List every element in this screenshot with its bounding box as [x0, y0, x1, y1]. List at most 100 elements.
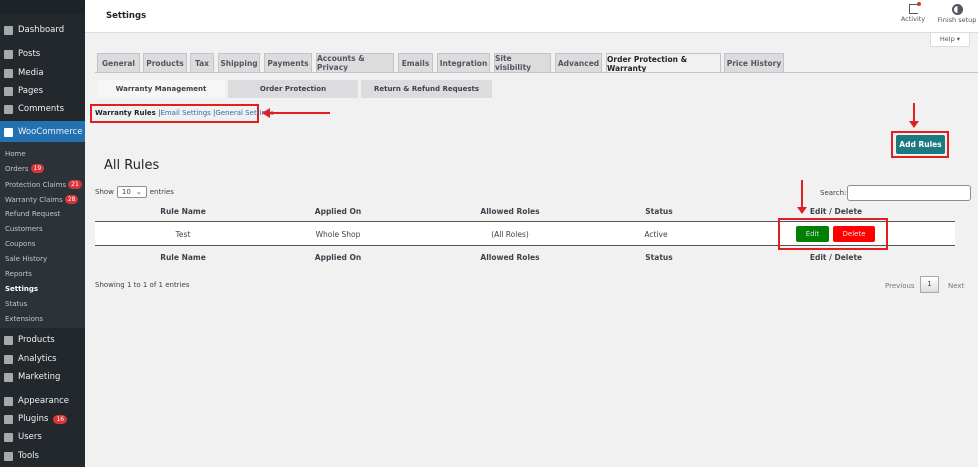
submenu-orders[interactable]: Orders 19 — [5, 164, 45, 173]
media-icon — [4, 68, 13, 78]
menu-appearance[interactable]: Appearance — [4, 396, 69, 406]
previous-button[interactable]: Previous — [885, 282, 915, 290]
analytics-icon — [4, 354, 13, 364]
comment-icon — [4, 104, 13, 114]
count-badge: 21 — [68, 180, 82, 189]
submenu-protection-claims[interactable]: Protection Claims 21 — [5, 180, 82, 189]
subtab-1[interactable]: Order Protection — [228, 80, 358, 98]
menu-media[interactable]: Media — [4, 68, 44, 78]
submenu-reports[interactable]: Reports — [5, 270, 32, 278]
submenu-settings[interactable]: Settings — [5, 285, 38, 293]
link-warranty-rules[interactable]: Warranty Rules — [95, 109, 156, 117]
delete-button[interactable]: Delete — [833, 226, 875, 242]
next-button[interactable]: Next — [948, 282, 964, 290]
submenu-customers[interactable]: Customers — [5, 225, 43, 233]
tab-advanced[interactable]: Advanced — [555, 53, 602, 72]
arrowhead — [797, 207, 807, 214]
brush-icon — [4, 396, 13, 406]
column-header: Edit / Delete — [809, 253, 863, 262]
column-header: Applied On — [314, 253, 362, 262]
submenu-sale-history[interactable]: Sale History — [5, 255, 47, 263]
megaphone-icon — [4, 372, 13, 382]
cell-applied-on: Whole Shop — [315, 230, 361, 239]
progress-circle-icon — [951, 4, 963, 15]
plugin-icon — [4, 414, 13, 424]
menu-products[interactable]: Products — [4, 335, 55, 345]
search-input[interactable] — [847, 185, 971, 201]
annotation-arrow — [268, 112, 330, 114]
cell-status: Active — [644, 230, 668, 239]
arrowhead — [909, 121, 919, 128]
menu-woocommerce-label[interactable]: WooCommerce — [4, 127, 82, 137]
activity-button[interactable]: Activity — [897, 2, 929, 23]
tab-tax[interactable]: Tax — [190, 53, 214, 72]
entries-select[interactable]: 10 ⌄ — [116, 186, 147, 198]
column-header: Rule Name — [160, 253, 206, 262]
column-header[interactable]: Rule Name — [160, 207, 206, 216]
tab-emails[interactable]: Emails — [398, 53, 433, 72]
annotation-arrow — [801, 180, 803, 208]
flag-icon — [908, 2, 921, 14]
menu-comments[interactable]: Comments — [4, 104, 64, 114]
section-title: All Rules — [104, 158, 160, 173]
admin-sidebar: Dashboard Posts Media Pages Comments Woo… — [0, 0, 85, 467]
tab-accounts-privacy[interactable]: Accounts & Privacy — [316, 53, 394, 72]
tab-general[interactable]: General — [97, 53, 140, 72]
edit-button[interactable]: Edit — [796, 226, 829, 242]
users-icon — [4, 432, 13, 442]
cell-allowed-roles: (All Roles) — [491, 230, 529, 239]
subtab-0[interactable]: Warranty Management — [97, 80, 225, 98]
link-email-settings[interactable]: Email Settings — [160, 109, 210, 117]
table-info: Showing 1 to 1 of 1 entries — [95, 281, 190, 289]
tab-order-protection-warranty[interactable]: Order Protection & Warranty — [606, 53, 721, 73]
finish-setup-button[interactable]: Finish setup — [935, 4, 978, 24]
menu-dashboard[interactable]: Dashboard — [4, 25, 64, 35]
annotation-arrow — [913, 103, 915, 122]
tab-price-history[interactable]: Price History — [724, 53, 784, 72]
column-header[interactable]: Edit / Delete — [810, 207, 862, 216]
tab-products[interactable]: Products — [143, 53, 187, 72]
menu-posts[interactable]: Posts — [4, 49, 40, 59]
pin-icon — [4, 49, 13, 59]
column-header[interactable]: Status — [645, 207, 672, 216]
products-icon — [4, 335, 13, 345]
column-header[interactable]: Allowed Roles — [480, 207, 539, 216]
help-tab[interactable]: Help ▾ — [930, 33, 970, 47]
count-badge: 16 — [53, 414, 68, 424]
arrowhead — [262, 108, 270, 118]
add-rules-button[interactable]: Add Rules — [896, 135, 945, 154]
menu-analytics[interactable]: Analytics — [4, 354, 57, 364]
show-entries: Show 10 ⌄ entries — [95, 186, 174, 198]
page-1-button[interactable]: 1 — [920, 276, 939, 293]
tab-payments[interactable]: Payments — [264, 53, 312, 72]
submenu-refund-request[interactable]: Refund Request — [5, 210, 60, 218]
menu-tools[interactable]: Tools — [4, 451, 39, 461]
column-header[interactable]: Applied On — [315, 207, 361, 216]
column-header: Allowed Roles — [480, 253, 540, 262]
wrench-icon — [4, 451, 13, 461]
submenu-home[interactable]: Home — [5, 150, 26, 158]
chevron-down-icon: ⌄ — [135, 188, 142, 196]
admin-bar — [0, 0, 85, 14]
menu-plugins[interactable]: Plugins 16 — [4, 414, 68, 424]
woocommerce-icon — [4, 127, 13, 137]
search-label: Search: — [820, 189, 847, 197]
menu-marketing[interactable]: Marketing — [4, 372, 60, 382]
submenu-status[interactable]: Status — [5, 300, 27, 308]
page-header: Settings Activity Finish setup — [85, 0, 978, 33]
menu-pages[interactable]: Pages — [4, 86, 43, 96]
tab-integration[interactable]: Integration — [437, 53, 490, 72]
subtab-2[interactable]: Return & Refund Requests — [361, 80, 492, 98]
menu-users[interactable]: Users — [4, 432, 42, 442]
settings-links: Warranty Rules |Email Settings |General … — [95, 109, 274, 117]
dashboard-icon — [4, 25, 13, 35]
submenu-warranty-claims[interactable]: Warranty Claims 28 — [5, 195, 79, 204]
tab-site-visibility[interactable]: Site visibility — [494, 53, 551, 72]
count-badge: 28 — [64, 195, 79, 204]
page-title: Settings — [106, 11, 147, 21]
pages-icon — [4, 86, 13, 96]
submenu-extensions[interactable]: Extensions — [5, 315, 43, 323]
submenu-coupons[interactable]: Coupons — [5, 240, 35, 248]
tabs-divider — [95, 72, 978, 73]
tab-shipping[interactable]: Shipping — [218, 53, 260, 72]
